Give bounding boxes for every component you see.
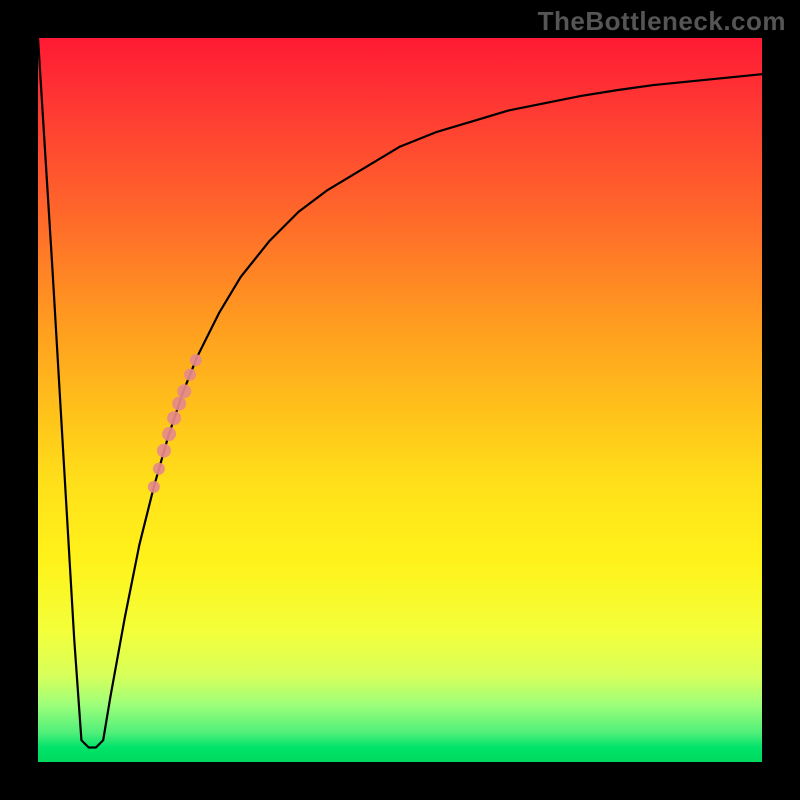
highlight-dot — [162, 427, 176, 441]
highlight-dot — [153, 463, 165, 475]
watermark-text: TheBottleneck.com — [538, 6, 786, 37]
bottleneck-curve — [38, 38, 762, 748]
plot-area — [38, 38, 762, 762]
highlight-dot — [172, 397, 186, 411]
highlight-dot — [148, 481, 160, 493]
highlight-segment — [148, 354, 202, 493]
highlight-dot — [167, 411, 181, 425]
highlight-dot — [177, 384, 191, 398]
chart-frame: TheBottleneck.com — [0, 0, 800, 800]
highlight-dot — [190, 354, 202, 366]
highlight-dot — [184, 369, 196, 381]
plot-svg — [38, 38, 762, 762]
highlight-dot — [157, 444, 171, 458]
